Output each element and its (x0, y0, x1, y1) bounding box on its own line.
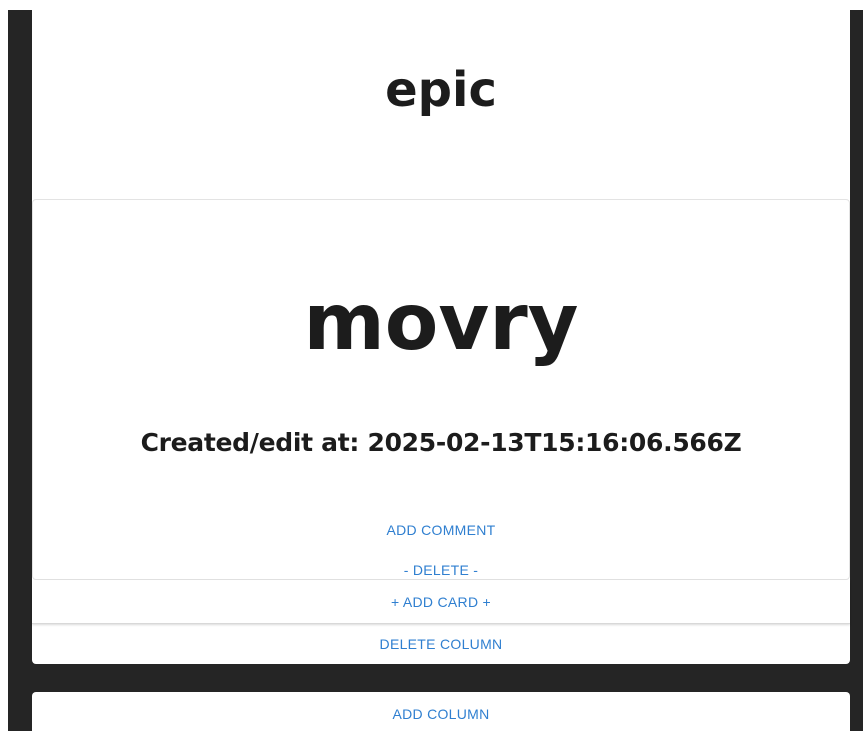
add-column-button[interactable]: ADD COLUMN (32, 704, 850, 724)
card: movry Created/edit at: 2025-02-13T15:16:… (32, 199, 850, 580)
card-title: movry (303, 278, 579, 368)
card-timestamp: Created/edit at: 2025-02-13T15:16:06.566… (140, 428, 742, 457)
add-card-button[interactable]: + ADD CARD + (32, 592, 850, 612)
add-card-bar: + ADD CARD + (32, 580, 850, 624)
column-title: epic (385, 62, 497, 118)
delete-card-button[interactable]: - DELETE - (33, 560, 849, 580)
delete-column-button[interactable]: DELETE COLUMN (32, 634, 850, 654)
add-comment-button[interactable]: ADD COMMENT (33, 520, 849, 540)
column-epic: epic movry Created/edit at: 2025-02-13T1… (32, 10, 850, 664)
page: epic movry Created/edit at: 2025-02-13T1… (0, 0, 863, 731)
add-column-panel: ADD COLUMN (32, 692, 850, 731)
